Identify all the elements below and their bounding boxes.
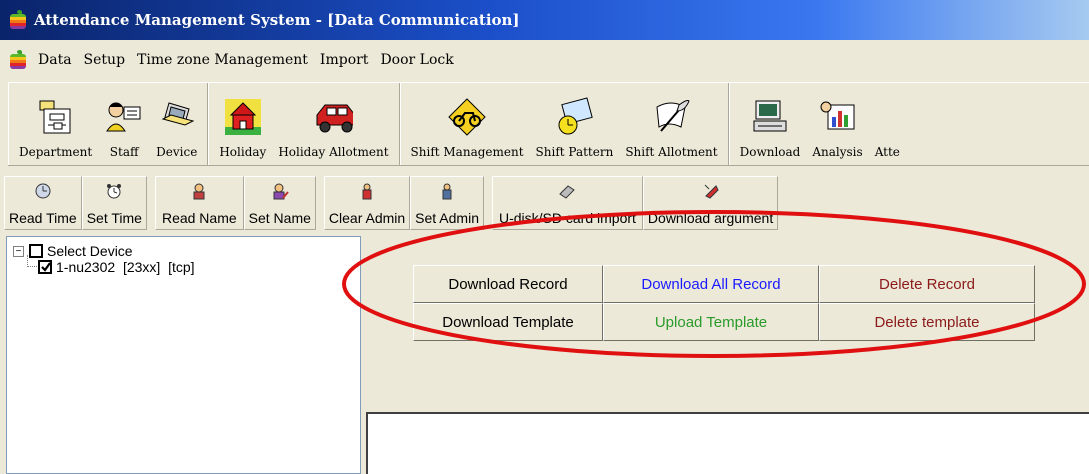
settings-download-icon (701, 181, 721, 201)
clear-admin-button[interactable]: Clear Admin (323, 176, 411, 230)
attendance-icon (877, 97, 897, 137)
analysis-icon (818, 97, 858, 137)
download-record-button[interactable]: Download Record (413, 265, 603, 303)
select-all-checkbox[interactable] (29, 244, 43, 258)
window-title: Attendance Management System - [Data Com… (34, 11, 520, 29)
staff-icon (104, 97, 144, 137)
shift-pattern-icon (554, 97, 594, 137)
tree-device-item[interactable]: 1-nu2302 [23xx] [tcp] (38, 257, 195, 277)
analysis-button[interactable]: Analysis (806, 83, 868, 165)
menu-bar: Data Setup Time zone Management Import D… (0, 46, 1089, 74)
udisk-import-button[interactable]: U-disk/SD card import (492, 176, 643, 230)
holiday-icon (223, 97, 263, 137)
bicycle-icon (447, 97, 487, 137)
import-group: U-disk/SD card import Download argument (492, 176, 779, 230)
collapse-icon[interactable]: − (13, 245, 24, 257)
download-template-button[interactable]: Download Template (413, 303, 603, 341)
menu-import[interactable]: Import (314, 50, 375, 70)
toolbar-group-data: Download Analysis Atte (728, 83, 904, 165)
device-icon (157, 97, 197, 137)
admin-clear-icon (357, 181, 377, 201)
device-tree: − Select Device 1-nu2302 [23xx] [tcp] (6, 236, 361, 474)
person-edit-icon (270, 181, 290, 201)
set-name-button[interactable]: Set Name (243, 176, 316, 230)
person-card-icon (189, 181, 209, 201)
toolbar-group-holiday: Holiday Holiday Allotment (208, 83, 400, 165)
device-button[interactable]: Device (150, 83, 203, 165)
download-argument-button[interactable]: Download argument (642, 176, 779, 230)
alarm-clock-icon (104, 181, 124, 201)
device-label: 1-nu2302 [23xx] [tcp] (56, 259, 195, 275)
device-action-toolbar: Read Time Set Time Read Name Set Name Cl… (4, 176, 786, 230)
title-bar: Attendance Management System - [Data Com… (0, 0, 1089, 40)
tree-connector (27, 266, 37, 267)
car-icon (313, 97, 354, 137)
menu-time-zone-management[interactable]: Time zone Management (131, 50, 314, 70)
upload-template-button[interactable]: Upload Template (603, 303, 819, 341)
holiday-button[interactable]: Holiday (213, 83, 272, 165)
toolbar-group-shift: Shift Management Shift Pattern Shift All… (399, 83, 729, 165)
time-group: Read Time Set Time (4, 176, 147, 230)
computer-icon (750, 97, 790, 137)
read-time-button[interactable]: Read Time (4, 176, 82, 230)
set-time-button[interactable]: Set Time (81, 176, 147, 230)
command-button-grid: Download Record Download All Record Dele… (413, 265, 1035, 341)
menu-door-lock[interactable]: Door Lock (374, 50, 459, 70)
apple-logo-icon[interactable] (8, 50, 28, 70)
toolbar-group-basic: Department Staff Device (8, 83, 209, 165)
delete-record-button[interactable]: Delete Record (819, 265, 1035, 303)
staff-button[interactable]: Staff (98, 83, 150, 165)
name-group: Read Name Set Name (154, 176, 316, 230)
admin-user-icon (437, 181, 457, 201)
usb-disk-icon (557, 181, 577, 201)
log-output-area[interactable] (366, 412, 1089, 474)
download-all-record-button[interactable]: Download All Record (603, 265, 819, 303)
apple-logo-icon (8, 10, 28, 30)
department-button[interactable]: Department (13, 83, 98, 165)
shift-allotment-button[interactable]: Shift Allotment (619, 83, 723, 165)
attendance-button[interactable]: Atte (869, 83, 900, 165)
download-button[interactable]: Download (734, 83, 807, 165)
device-checkbox[interactable] (38, 260, 52, 274)
clock-icon (33, 181, 53, 201)
quill-icon (651, 97, 691, 137)
menu-data[interactable]: Data (32, 50, 78, 70)
delete-template-button[interactable]: Delete template (819, 303, 1035, 341)
holiday-allotment-button[interactable]: Holiday Allotment (272, 83, 394, 165)
menu-setup[interactable]: Setup (78, 50, 131, 70)
department-icon (36, 97, 76, 137)
main-toolbar: Department Staff Device Holiday Holiday … (8, 82, 1089, 166)
admin-group: Clear Admin Set Admin (323, 176, 484, 230)
set-admin-button[interactable]: Set Admin (410, 176, 484, 230)
checkmark-icon (41, 262, 50, 272)
read-name-button[interactable]: Read Name (154, 176, 244, 230)
shift-management-button[interactable]: Shift Management (405, 83, 530, 165)
shift-pattern-button[interactable]: Shift Pattern (530, 83, 620, 165)
